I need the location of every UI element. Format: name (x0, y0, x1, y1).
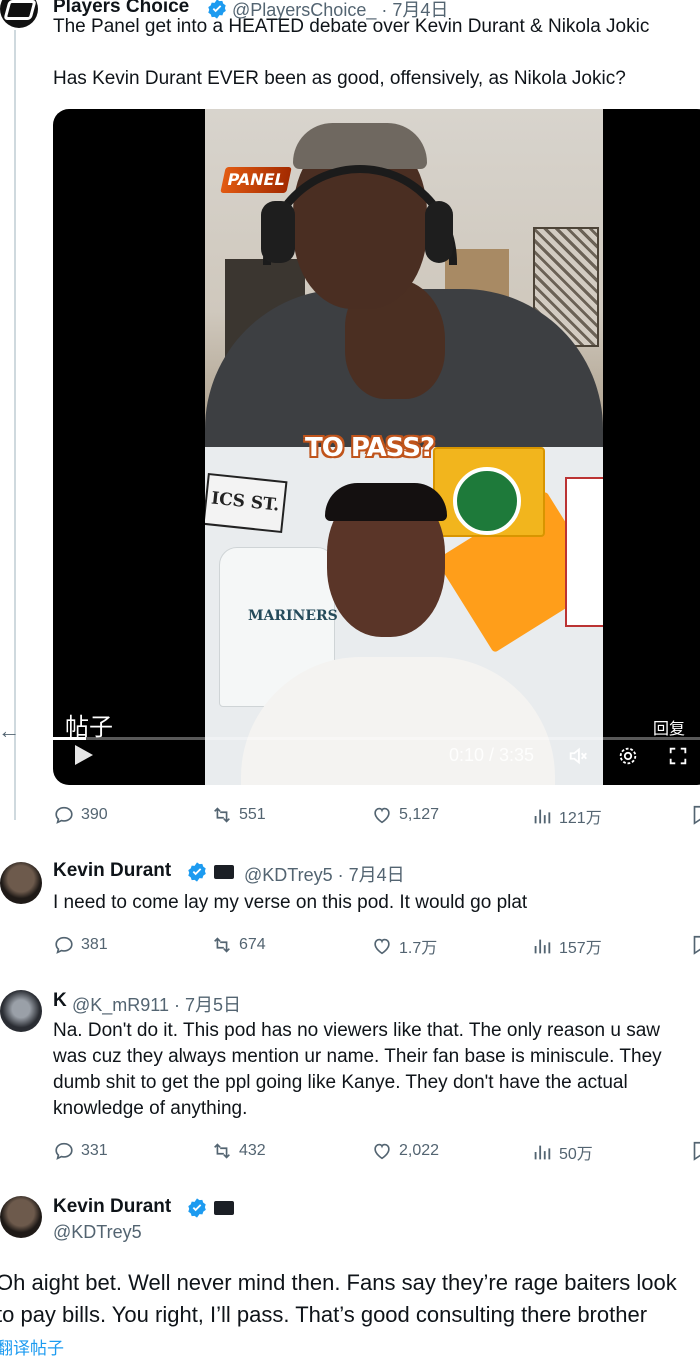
kevin-durant-avatar[interactable] (0, 1196, 42, 1238)
reply3-author-name[interactable]: Kevin Durant (53, 1196, 171, 1218)
heart-icon (374, 807, 390, 824)
reply2-text-line-2: was cuz they always mention ur name. The… (53, 1046, 662, 1067)
reply2-actions: 331 432 2,022 50万 (53, 1140, 700, 1164)
retweet-action[interactable]: 551 (211, 804, 266, 826)
reply1-author-name[interactable]: Kevin Durant (53, 860, 171, 882)
views-action[interactable]: 157万 (531, 934, 602, 958)
tweet-top-actions: 390 551 5,127 121万 (53, 804, 700, 828)
reply-action[interactable]: 390 (53, 804, 108, 826)
headphone-left (261, 201, 295, 263)
back-arrow-icon[interactable]: ← (0, 718, 20, 744)
fullscreen-icon[interactable] (667, 745, 689, 767)
reply-action[interactable]: 381 (53, 934, 108, 956)
retweet-action[interactable]: 674 (211, 934, 266, 956)
heart-icon (374, 1143, 390, 1160)
reply3-handle[interactable]: @KDTrey5 (53, 1222, 142, 1243)
heart-icon (374, 938, 390, 955)
thread-connector-line (14, 30, 16, 820)
host-hair (293, 123, 427, 169)
mute-icon[interactable] (567, 745, 589, 767)
retweet-icon (214, 937, 230, 953)
headphone-right (425, 201, 453, 263)
reply2-author-name[interactable]: K (53, 990, 67, 1012)
reply-icon (55, 806, 73, 824)
like-count: 1.7万 (399, 940, 438, 957)
affiliate-badge-icon (214, 865, 234, 879)
video-time: 0:10 / 3:35 (449, 745, 535, 765)
reply2-text-line-4: knowledge of anything. (53, 1098, 248, 1119)
like-count: 2,022 (399, 1142, 440, 1159)
affiliate-badge-icon (214, 1201, 234, 1215)
retweet-icon (214, 807, 230, 823)
reply-icon (55, 1142, 73, 1160)
video-progress-fill (53, 737, 86, 740)
players-choice-avatar[interactable] (0, 0, 38, 28)
k-avatar[interactable] (0, 990, 42, 1032)
reply-count: 390 (81, 806, 108, 823)
bookmark-icon[interactable] (689, 1140, 700, 1162)
like-action[interactable]: 1.7万 (371, 934, 437, 958)
play-icon[interactable] (75, 745, 93, 765)
video-caption: TO PASS? (305, 433, 435, 463)
like-count: 5,127 (399, 806, 440, 823)
reply3-text-line-1: Oh aight bet. Well never mind then. Fans… (0, 1270, 677, 1295)
reply2-text-line-1: Na. Don't do it. This pod has no viewers… (53, 1020, 661, 1041)
retweet-action[interactable]: 432 (211, 1140, 266, 1162)
video-progress-bar[interactable] (53, 737, 700, 740)
reply-count: 331 (81, 1142, 108, 1159)
view-count: 50万 (559, 1146, 593, 1163)
analytics-icon (534, 939, 551, 954)
retweet-count: 551 (239, 806, 266, 823)
reply-action[interactable]: 331 (53, 1140, 108, 1162)
reply1-actions: 381 674 1.7万 157万 (53, 934, 700, 958)
tweet-text-line-2: Has Kevin Durant EVER been as good, offe… (53, 68, 626, 89)
retweet-count: 432 (239, 1142, 266, 1159)
analytics-icon (534, 1145, 551, 1160)
video-player[interactable]: PANEL ICS ST. MARINERS TO PASS? 帖子 回复 0:… (53, 109, 700, 785)
jersey-text: MARINERS (248, 608, 338, 624)
translate-post-link[interactable]: 翻译帖子 (0, 1334, 64, 1356)
replies-tab-label[interactable]: 回复 (653, 715, 685, 739)
kevin-durant-avatar[interactable] (0, 862, 42, 904)
settings-gear-icon[interactable] (617, 745, 639, 767)
bookmark-icon[interactable] (689, 804, 700, 826)
license-plate (565, 477, 603, 627)
like-action[interactable]: 5,127 (371, 804, 439, 826)
reply3-text-line-2: to pay bills. You right, I’ll pass. That… (0, 1302, 648, 1327)
retweet-icon (214, 1143, 230, 1159)
reply-icon (55, 936, 73, 954)
sonics-sign (433, 447, 545, 537)
reply1-text: I need to come lay my verse on this pod.… (53, 892, 528, 913)
views-action[interactable]: 50万 (531, 1140, 593, 1164)
reply2-text-line-3: dumb shit to get the ppl going like Kany… (53, 1072, 628, 1093)
bookmark-icon[interactable] (689, 934, 700, 956)
guest-hair (325, 483, 447, 521)
reply2-handle-date[interactable]: @K_mR911 · 7月5日 (72, 991, 241, 1017)
street-sign: ICS ST. (205, 472, 288, 534)
video-frame: PANEL ICS ST. MARINERS TO PASS? (205, 109, 603, 785)
views-action[interactable]: 121万 (531, 804, 602, 828)
tweet-text-line-1: The Panel get into a HEATED debate over … (53, 16, 650, 37)
verified-badge-icon (188, 1198, 206, 1218)
retweet-count: 674 (239, 936, 266, 953)
panel-logo: PANEL (220, 167, 292, 193)
reply-count: 381 (81, 936, 108, 953)
verified-badge-icon (188, 862, 206, 882)
analytics-icon (534, 809, 551, 824)
view-count: 157万 (559, 940, 602, 957)
video-bottom-camera: ICS ST. MARINERS (205, 447, 603, 785)
video-top-camera: PANEL (205, 109, 603, 449)
reply1-handle-date[interactable]: @KDTrey5 · 7月4日 (244, 861, 405, 887)
view-count: 121万 (559, 810, 602, 827)
like-action[interactable]: 2,022 (371, 1140, 439, 1162)
